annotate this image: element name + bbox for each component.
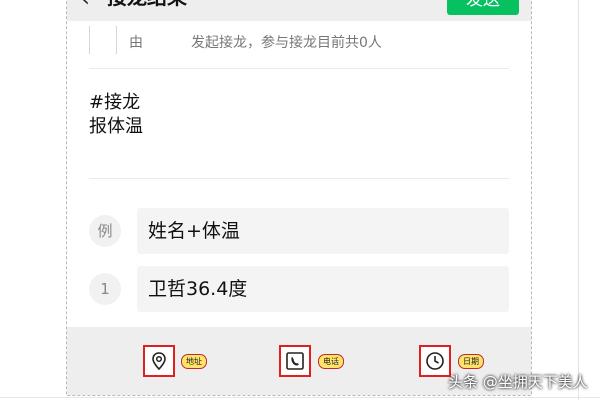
send-button[interactable]: 发送 [447,0,519,15]
watermark: 头条 @坐拥天下美人 [448,373,588,391]
divider [89,178,509,179]
clock-icon[interactable] [419,345,451,377]
entry-index-example: 例 [89,215,121,247]
page-title: 接龙结果 [107,0,187,9]
divider [89,68,509,69]
back-arrow-icon[interactable]: ‹ [81,0,90,11]
topic-line-title: 报体温 [89,116,143,137]
entry-input-1[interactable]: 卫哲36.4度 [137,266,509,312]
topic-text[interactable]: #接龙 报体温 [89,91,143,139]
phone-icon[interactable] [279,345,311,377]
right-margin-rule [578,0,579,400]
bottom-margin-rule [0,397,600,398]
topic-line-hashtag: #接龙 [89,92,141,113]
initiator-by-label: 由 [129,35,143,51]
date-tag: 日期 [458,354,484,369]
phone-tag: 电话 [318,354,344,369]
header-bar: ‹ 接龙结果 发送 [67,0,531,21]
avatar [89,26,117,54]
entry-input-example[interactable]: 姓名+体温 [137,208,509,254]
location-pin-icon[interactable] [143,345,175,377]
initiator-description: 发起接龙，参与接龙目前共0人 [191,35,382,51]
address-tag: 地址 [181,354,207,369]
entry-index-1: 1 [89,273,121,305]
phone-screenshot-frame: ‹ 接龙结果 发送 由 发起接龙，参与接龙目前共0人 #接龙 报体温 例 姓名+… [66,0,532,396]
